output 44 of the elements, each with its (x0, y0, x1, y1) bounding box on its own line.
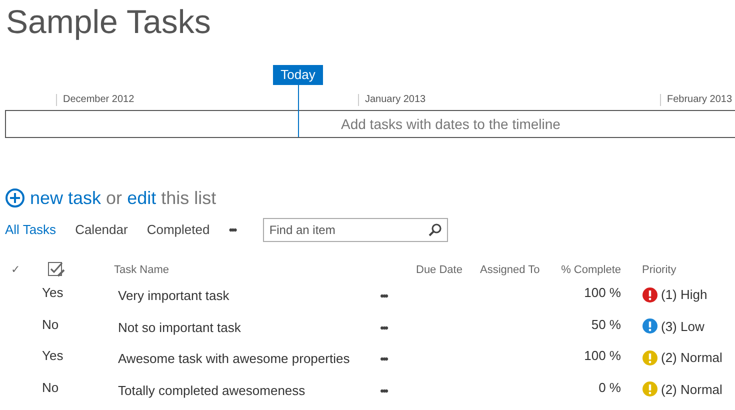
column-header[interactable]: % Complete (561, 262, 621, 278)
item-menu-button[interactable]: ••• (380, 382, 387, 400)
completed-cell: Yes (42, 348, 64, 363)
checkbox-icon[interactable] (48, 262, 66, 278)
view-tab[interactable]: Completed (146, 220, 210, 240)
month-label: January 2013 (365, 93, 426, 107)
item-menu-button[interactable]: ••• (380, 318, 387, 336)
view-tab[interactable]: Calendar (75, 220, 128, 240)
more-views-button[interactable]: ••• (228, 221, 236, 239)
view-tab[interactable]: All Tasks (5, 220, 56, 240)
column-header[interactable]: Due Date (413, 262, 480, 278)
task-name-link[interactable]: Not so important task (118, 320, 241, 334)
priority-cell-text: (2) Normal (661, 349, 722, 367)
priority-cell-text: (1) High (661, 286, 708, 304)
item-menu-button[interactable]: ••• (380, 350, 387, 368)
completed-cell: Yes (42, 285, 64, 300)
list-text: this list (161, 187, 216, 210)
completed-cell: No (42, 380, 59, 394)
select-all-check[interactable]: ✓ (0, 262, 36, 278)
search-icon[interactable] (428, 223, 442, 237)
timeline-field[interactable]: Add tasks with dates to the timeline (5, 110, 735, 138)
new-task-link[interactable]: new task (30, 186, 102, 210)
priority-cell-text: (3) Low (661, 318, 704, 336)
add-icon[interactable] (5, 188, 25, 208)
percent-cell-text: 100 % (584, 347, 621, 365)
task-name-link[interactable]: Totally completed awesomeness (118, 382, 306, 398)
task-name-link[interactable]: Awesome task with awesome properties (118, 351, 350, 366)
column-header[interactable]: Priority (629, 262, 735, 278)
percent-cell-text: 50 % (591, 316, 621, 334)
or-text: or (106, 187, 122, 210)
column-header[interactable]: Assigned To (480, 262, 550, 278)
today-marker: Today (273, 65, 323, 85)
task-name-link[interactable]: Very important task (118, 288, 230, 303)
percent-cell-text: 0 % (598, 378, 621, 396)
column-header[interactable]: Task Name (114, 262, 380, 278)
item-menu-button[interactable]: ••• (380, 287, 387, 305)
percent-cell-text: 100 % (584, 284, 621, 302)
search-field[interactable]: Find an item (263, 218, 448, 242)
month-label: February 2013 (667, 93, 732, 107)
page-title: Sample Tasks (5, 2, 212, 42)
edit-link[interactable]: edit (127, 186, 156, 210)
month-label: December 2012 (63, 93, 134, 107)
priority-cell-text: (2) Normal (661, 380, 722, 399)
completed-cell: No (42, 316, 59, 332)
